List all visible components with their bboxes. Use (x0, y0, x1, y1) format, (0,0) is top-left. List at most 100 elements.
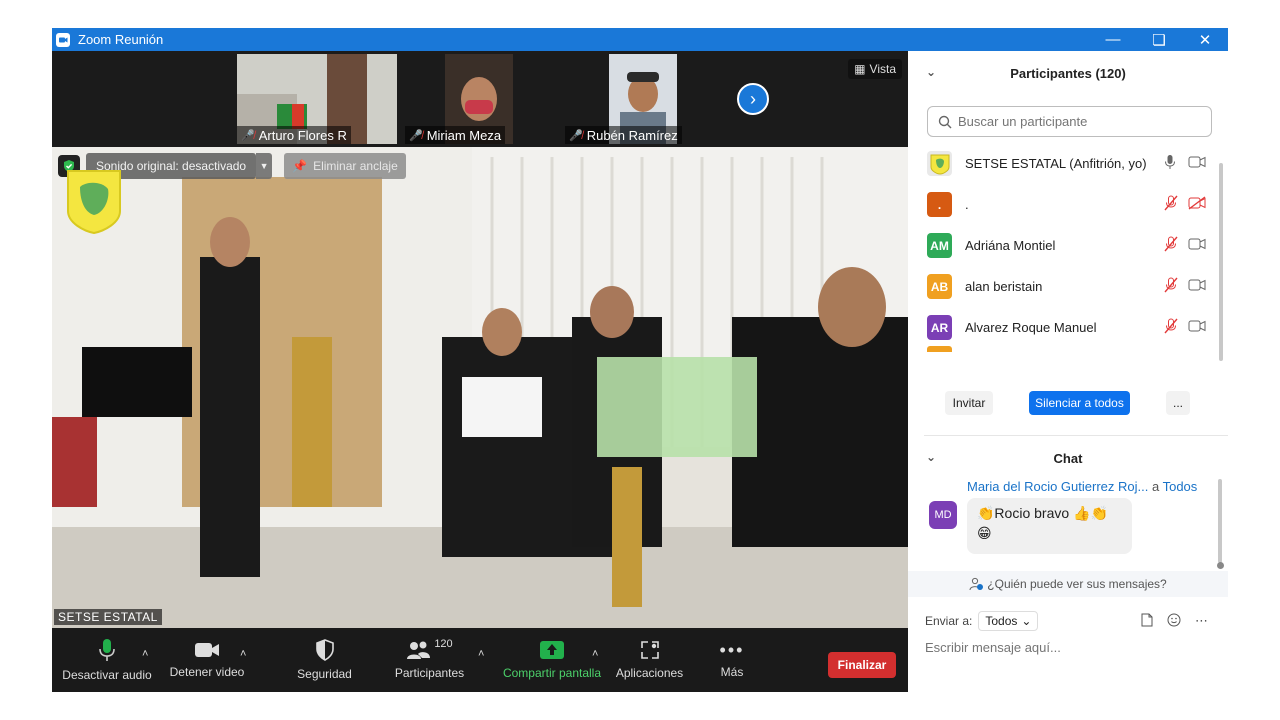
pin-icon: 📌 (292, 159, 308, 173)
side-panel: ⌄ Participantes (120) SETSE ESTATAL (Anf… (908, 51, 1228, 692)
video-camera-icon[interactable] (1188, 320, 1206, 335)
main-video-frame (52, 147, 908, 628)
microphone-icon[interactable] (1164, 154, 1176, 173)
apps-icon (640, 641, 659, 659)
search-input[interactable] (958, 114, 1198, 129)
minimize-icon: — (1105, 31, 1121, 48)
thumbnail-name-label: 🎤̸ Rubén Ramírez (565, 126, 682, 144)
video-camera-icon[interactable] (1188, 238, 1206, 253)
chat-tools: ⋯ (1141, 613, 1208, 630)
participant-row[interactable]: . . (908, 184, 1218, 225)
view-button[interactable]: ▦ Vista (848, 59, 902, 79)
next-page-button[interactable]: › (737, 83, 769, 115)
zoom-app-icon (56, 32, 70, 47)
video-camera-icon (195, 643, 219, 657)
restore-button[interactable]: ❏ (1136, 28, 1182, 51)
video-off-icon[interactable] (1188, 196, 1206, 213)
participant-row[interactable]: SETSE ESTATAL (Anfitrión, yo) (908, 143, 1218, 184)
chat-header: ⌄ Chat (926, 450, 1083, 466)
participants-icon (407, 641, 431, 659)
participant-search[interactable] (927, 106, 1212, 137)
scrollbar-thumb[interactable] (1219, 163, 1223, 361)
file-icon[interactable] (1141, 613, 1153, 630)
share-screen-icon (540, 641, 564, 659)
restore-icon: ❏ (1152, 31, 1166, 49)
stop-video-button[interactable]: Detener video (167, 628, 247, 692)
chat-message-header: Maria del Rocio Gutierrez Roj... a Todos (967, 479, 1197, 494)
shield-icon (315, 639, 334, 661)
chat-sender[interactable]: Maria del Rocio Gutierrez Roj... (967, 479, 1148, 494)
thumbnail-name-label: 🎤̸ Arturo Flores R (237, 126, 351, 144)
participants-header: ⌄ Participantes (120) (926, 65, 1126, 81)
participant-list-scrollbar[interactable] (1218, 163, 1224, 373)
share-options-caret[interactable]: ˄ (592, 648, 598, 660)
send-to-dropdown[interactable]: Todos ⌄ (978, 611, 1039, 631)
security-button[interactable]: Seguridad (287, 628, 362, 692)
minimize-button[interactable]: — (1090, 28, 1136, 51)
original-sound-dropdown[interactable]: ▼ (256, 153, 273, 179)
video-options-caret[interactable]: ˄ (240, 648, 246, 660)
window-title: Zoom Reunión (78, 32, 164, 47)
chat-scrollbar[interactable] (1218, 479, 1222, 563)
grid-icon: ▦ (854, 62, 866, 76)
active-speaker-label: SETSE ESTATAL (54, 609, 162, 625)
participant-list: SETSE ESTATAL (Anfitrión, yo) . . AM Adr… (908, 143, 1218, 353)
unpin-button[interactable]: 📌 Eliminar anclaje (284, 153, 406, 179)
who-can-see-link[interactable]: ¿Quién puede ver sus mensajes? (908, 571, 1228, 597)
mic-off-icon: 🎤̸ (241, 130, 255, 142)
more-options-button[interactable]: ... (1166, 391, 1190, 415)
avatar: MD (929, 501, 957, 529)
microphone-icon (99, 639, 115, 661)
mic-off-icon: 🎤̸ (569, 130, 583, 142)
mic-off-icon: 🎤̸ (409, 130, 423, 142)
chat-recipient[interactable]: Todos (1163, 479, 1198, 494)
end-meeting-button[interactable]: Finalizar (828, 652, 896, 678)
search-icon (938, 115, 952, 128)
chat-scroll-indicator (1217, 562, 1224, 569)
participants-options-caret[interactable]: ˄ (478, 648, 484, 660)
participant-row[interactable]: AB alan beristain (908, 266, 1218, 307)
close-button[interactable]: ✕ (1182, 28, 1228, 51)
participant-row[interactable]: AR Alvarez Roque Manuel (908, 307, 1218, 348)
avatar: AM (927, 233, 952, 258)
video-camera-icon[interactable] (1188, 156, 1206, 171)
participant-thumbnail[interactable]: 🎤̸ Arturo Flores R (237, 54, 397, 144)
chat-message-input[interactable] (925, 640, 1215, 655)
send-to-row: Enviar a: Todos ⌄ (925, 611, 1039, 631)
mute-all-button[interactable]: Silenciar a todos (1029, 391, 1130, 415)
invite-button[interactable]: Invitar (945, 391, 993, 415)
thumbnail-strip: 🎤̸ Arturo Flores R 🎤̸ Miriam Meza 🎤̸ Rub… (52, 51, 908, 147)
chevron-down-icon[interactable]: ⌄ (926, 450, 936, 464)
title-bar: Zoom Reunión — ❏ ✕ (52, 28, 1228, 51)
chat-to-prefix: a (1151, 479, 1160, 494)
participants-button[interactable]: 120 Participantes (387, 628, 472, 692)
mic-off-icon[interactable] (1164, 277, 1178, 296)
chat-message-bubble: 👏Rocio bravo 👍👏 😁 (967, 498, 1132, 554)
avatar: . (927, 192, 952, 217)
mic-off-icon[interactable] (1164, 318, 1178, 337)
video-area: 🎤̸ Arturo Flores R 🎤̸ Miriam Meza 🎤̸ Rub… (52, 51, 908, 628)
main-video[interactable]: Sonido original: desactivado ▼ 📌 Elimina… (52, 147, 908, 628)
apps-button[interactable]: Aplicaciones (612, 628, 687, 692)
mute-audio-button[interactable]: Desactivar audio (62, 628, 152, 692)
audio-options-caret[interactable]: ˄ (142, 648, 148, 660)
participant-thumbnail[interactable]: 🎤̸ Miriam Meza (405, 54, 565, 144)
thumbnail-name-label: 🎤̸ Miriam Meza (405, 126, 506, 144)
chat-message-text: 👏Rocio bravo 👍👏 (977, 505, 1108, 521)
chat-message-text: 😁 (977, 525, 992, 541)
share-screen-button[interactable]: Compartir pantalla (497, 628, 607, 692)
participant-actions: Invitar Silenciar a todos ... (908, 387, 1228, 417)
mic-off-icon[interactable] (1164, 236, 1178, 255)
emoji-icon[interactable] (1167, 613, 1181, 630)
person-info-icon (969, 577, 984, 591)
chevron-down-icon: ⌄ (1021, 614, 1032, 628)
more-button[interactable]: ••• Más (707, 628, 757, 692)
participant-thumbnail[interactable]: 🎤̸ Rubén Ramírez (565, 54, 725, 144)
video-camera-icon[interactable] (1188, 279, 1206, 294)
participant-row[interactable]: AM Adriána Montiel (908, 225, 1218, 266)
chevron-down-icon[interactable]: ⌄ (926, 65, 936, 79)
more-icon[interactable]: ⋯ (1195, 613, 1208, 630)
close-icon: ✕ (1198, 31, 1212, 49)
avatar: AB (927, 274, 952, 299)
mic-off-icon[interactable] (1164, 195, 1178, 214)
